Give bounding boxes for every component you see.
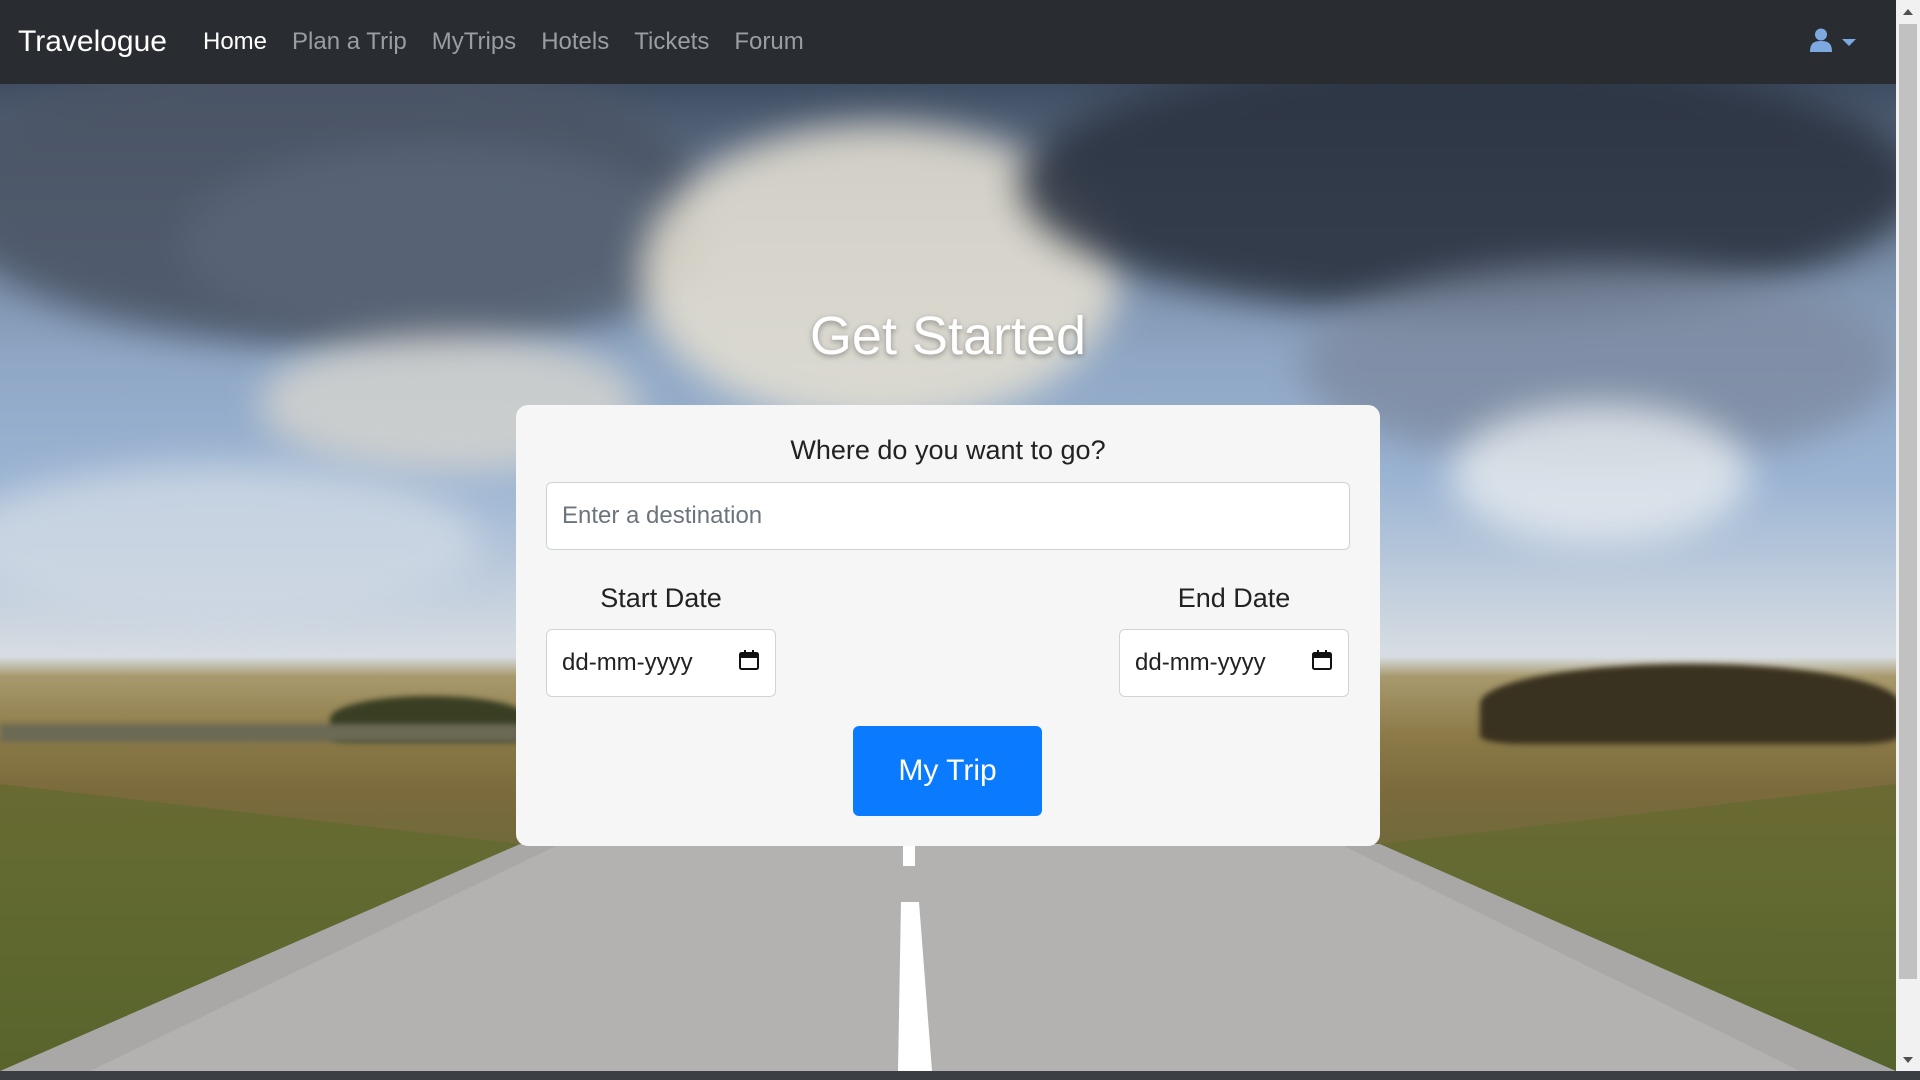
scrollbar-thumb[interactable] [1899, 24, 1917, 979]
user-icon [1810, 28, 1832, 57]
my-trip-button[interactable]: My Trip [853, 726, 1042, 816]
user-menu-toggle[interactable] [1810, 28, 1856, 57]
end-date-input[interactable]: dd-mm-yyyy [1119, 629, 1349, 697]
end-date-label: End Date [1177, 583, 1291, 613]
nav-link-forum[interactable]: Forum [734, 28, 803, 56]
start-date-label: Start Date [600, 583, 722, 613]
nav-link-home[interactable]: Home [203, 28, 267, 56]
calendar-icon[interactable] [738, 649, 760, 678]
nav-link-mytrips[interactable]: MyTrips [432, 28, 516, 56]
caret-down-icon [1842, 39, 1856, 46]
destination-question: Where do you want to go? [790, 435, 1106, 465]
start-date-input[interactable]: dd-mm-yyyy [546, 629, 776, 697]
scroll-up-arrow-icon[interactable] [1896, 2, 1920, 22]
top-navbar: Travelogue Home Plan a Trip MyTrips Hote… [0, 0, 1896, 84]
start-date-value: dd-mm-yyyy [562, 649, 693, 676]
nav-link-plan-a-trip[interactable]: Plan a Trip [292, 28, 407, 56]
end-date-value: dd-mm-yyyy [1135, 649, 1266, 676]
page: Travelogue Home Plan a Trip MyTrips Hote… [0, 0, 1896, 1071]
nav-link-tickets[interactable]: Tickets [634, 28, 709, 56]
scroll-down-arrow-icon[interactable] [1896, 1050, 1920, 1070]
vertical-scrollbar[interactable] [1896, 0, 1920, 1071]
bottom-edge [0, 1071, 1920, 1080]
browser-viewport: Travelogue Home Plan a Trip MyTrips Hote… [0, 0, 1920, 1080]
destination-input[interactable] [546, 482, 1350, 550]
nav-link-hotels[interactable]: Hotels [541, 28, 609, 56]
nav-links: Home Plan a Trip MyTrips Hotels Tickets … [203, 28, 829, 56]
trip-search-card: Where do you want to go? Start Date dd-m… [516, 405, 1380, 846]
hero-title: Get Started [809, 306, 1087, 366]
calendar-icon[interactable] [1311, 649, 1333, 678]
brand-logo[interactable]: Travelogue [18, 25, 167, 59]
